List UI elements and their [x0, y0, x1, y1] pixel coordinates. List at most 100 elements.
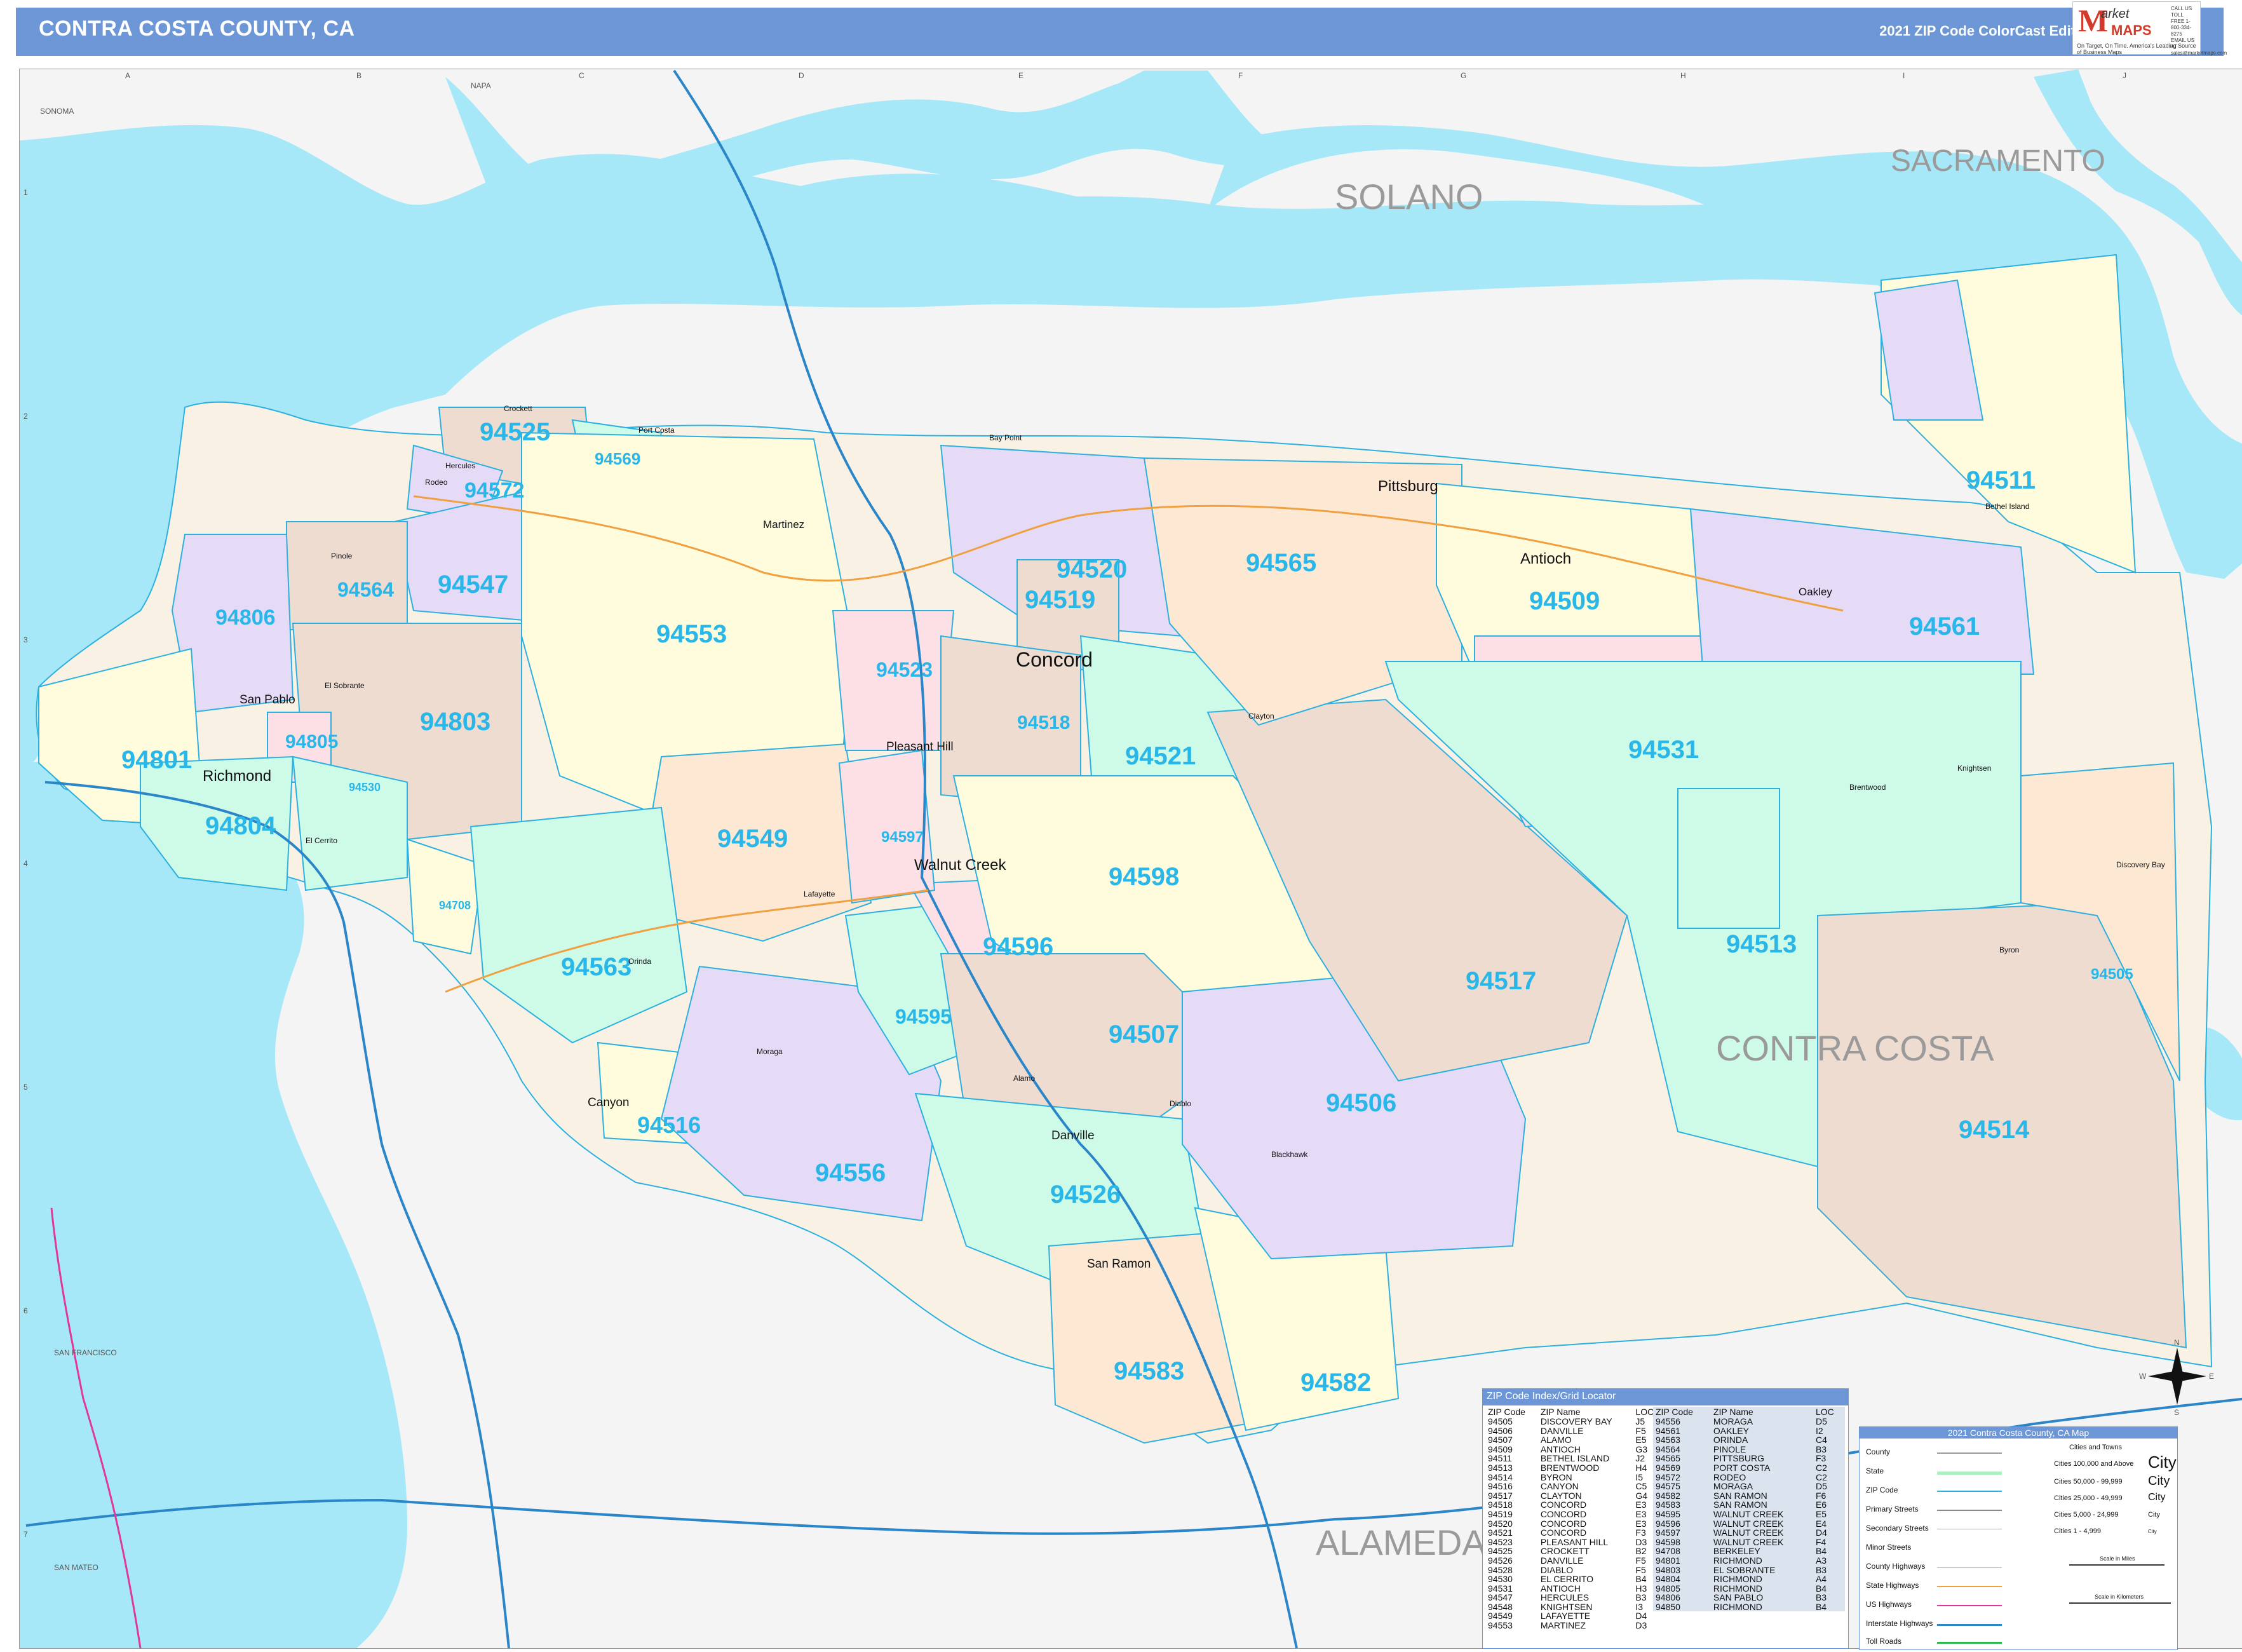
zip-index-name: CONCORD — [1540, 1527, 1587, 1538]
compass-w: W — [2139, 1372, 2147, 1381]
zip-index-row: 94556 MORAGA D5 — [1653, 1417, 1845, 1426]
zip-index-row: 94514 BYRON I5 — [1485, 1472, 1662, 1482]
zip-index-name: PLEASANT HILL — [1540, 1536, 1609, 1547]
zip-index-row: 94564 PINOLE B3 — [1653, 1445, 1845, 1454]
zip-index-loc: B3 — [1815, 1564, 1827, 1575]
zip-label: 94561 — [1909, 613, 1980, 640]
zip-index-left-table: ZIP Code ZIP Name LOC 94505 DISCOVERY BAY… — [1485, 1407, 1662, 1630]
legend-scale-km: Scale in Kilometers — [2095, 1594, 2144, 1600]
zip-index-name: SAN RAMON — [1713, 1500, 1767, 1510]
city-clayton: Clayton — [1248, 712, 1274, 721]
zip-label: 94582 — [1300, 1369, 1371, 1397]
legend-item-secondary-streets: Secondary Streets — [1866, 1524, 1929, 1533]
region-contra-costa: CONTRA COSTA — [1716, 1028, 1994, 1068]
legend-state-line — [1937, 1472, 2002, 1475]
zip-index-code: 94526 — [1488, 1555, 1513, 1566]
zip-label: 94521 — [1125, 742, 1196, 770]
zip-index-row: 94583 SAN RAMON E6 — [1653, 1500, 1845, 1510]
grid-col-d: D — [799, 71, 804, 80]
grid-col-b: B — [356, 71, 361, 80]
zip-label: 94518 — [1017, 712, 1070, 733]
zip-index-loc: B3 — [1815, 1592, 1827, 1603]
zip-label: 94565 — [1246, 549, 1316, 577]
zip-label: 94806 — [215, 606, 276, 630]
city-blackhawk: Blackhawk — [1271, 1150, 1308, 1159]
zip-area-94597 — [838, 749, 936, 904]
zip-index-row: 94595 WALNUT CREEK E5 — [1653, 1510, 1845, 1519]
zip-index-loc: C2 — [1815, 1462, 1827, 1473]
city-pleasant-hill: Pleasant Hill — [886, 740, 954, 754]
map-frame[interactable]: SOLANO SACRAMENTO CONTRA COSTA ALAMEDA S… — [19, 69, 2242, 1649]
legend-county-hwy-line — [1937, 1567, 2002, 1568]
city-concord: Concord — [1016, 648, 1093, 671]
zip-index-name: CONCORD — [1540, 1500, 1587, 1510]
legend-city-sample: City — [2148, 1492, 2166, 1503]
legend-cities-header: Cities and Towns — [2069, 1444, 2122, 1451]
grid-row-5: 5 — [24, 1083, 28, 1092]
city-antioch: Antioch — [1520, 550, 1571, 567]
zip-index-row: 94804 RICHMOND A4 — [1653, 1574, 1845, 1584]
zip-index-code: 94801 — [1656, 1555, 1680, 1566]
zip-label: 94595 — [895, 1005, 952, 1028]
zip-index-name: OAKLEY — [1713, 1425, 1749, 1436]
legend-city-sample: City — [2148, 1452, 2177, 1472]
grid-col-i: I — [1903, 71, 1905, 80]
city-alamo: Alamo — [1013, 1074, 1035, 1083]
zip-index-row: 94806 SAN PABLO B3 — [1653, 1593, 1845, 1602]
zip-index-row: 94569 PORT COSTA C2 — [1653, 1463, 1845, 1473]
legend-primary-line — [1937, 1510, 2002, 1511]
zip-index-loc: D5 — [1815, 1416, 1827, 1426]
city-richmond: Richmond — [203, 768, 271, 785]
zip-index-row: 94507 ALAMO E5 — [1485, 1435, 1662, 1445]
zip-index-code: 94803 — [1656, 1564, 1680, 1575]
zip-index-code: 94525 — [1488, 1546, 1513, 1557]
region-solano: SOLANO — [1335, 177, 1483, 217]
zip-index-code: 94572 — [1656, 1472, 1680, 1482]
zip-index-header: LOC — [1815, 1407, 1834, 1417]
grid-col-f: F — [1238, 71, 1243, 80]
zip-index-name: WALNUT CREEK — [1713, 1536, 1784, 1547]
city-diablo: Diablo — [1170, 1099, 1191, 1108]
zip-index-name: KNIGHTSEN — [1540, 1601, 1593, 1612]
zip-index-loc: D3 — [1635, 1620, 1647, 1631]
zip-index-code: 94521 — [1488, 1527, 1513, 1538]
zip-index-code: 94569 — [1656, 1462, 1680, 1473]
zip-index-loc: E4 — [1815, 1518, 1827, 1529]
map-canvas[interactable]: SOLANO SACRAMENTO CONTRA COSTA ALAMEDA S… — [20, 69, 2242, 1648]
grid-col-e: E — [1018, 71, 1023, 80]
zip-index-loc: B4 — [1815, 1583, 1827, 1594]
zip-index-name: DIABLO — [1540, 1564, 1574, 1575]
zip-label: 94569 — [595, 449, 640, 468]
legend-item-county: County — [1866, 1447, 1891, 1456]
zip-label: 94564 — [337, 578, 394, 601]
city-bay-point: Bay Point — [989, 433, 1022, 442]
zip-index-row: 94547 HERCULES B3 — [1485, 1593, 1662, 1602]
city-canyon: Canyon — [588, 1096, 630, 1109]
legend-scale-miles: Scale in Miles — [2100, 1555, 2135, 1562]
legend-item-state: State — [1866, 1466, 1884, 1475]
zip-index-name: RICHMOND — [1713, 1555, 1762, 1566]
zip-index-name: MORAGA — [1713, 1481, 1753, 1492]
zip-label: 94597 — [881, 829, 924, 846]
zip-index-row: 94561 OAKLEY I2 — [1653, 1426, 1845, 1436]
grid-row-4: 4 — [24, 859, 28, 868]
grid-row-1: 1 — [24, 188, 28, 197]
zip-index-panel: ZIP Code Index/Grid Locator ZIP Code ZIP… — [1482, 1388, 1849, 1649]
zip-index-name: BETHEL ISLAND — [1540, 1453, 1610, 1464]
city-lafayette: Lafayette — [804, 890, 835, 898]
region-san-francisco: SAN FRANCISCO — [54, 1348, 117, 1357]
zip-index-code: 94595 — [1656, 1508, 1680, 1519]
zip-index-right-body: 94556 MORAGA D5 94561 OAKLEY I2 94563 ORINDA C4 9… — [1653, 1417, 1845, 1611]
city-port-costa: Port Costa — [638, 426, 675, 435]
zip-index-row: 94548 KNIGHTSEN I3 — [1485, 1602, 1662, 1612]
zip-label: 94517 — [1466, 967, 1536, 995]
zip-index-row: 94563 ORINDA C4 — [1653, 1435, 1845, 1445]
legend-city-sample: City — [2148, 1474, 2170, 1488]
legend-city-class: Cities 25,000 - 49,999 — [2054, 1494, 2123, 1502]
zip-index-row: 94528 DIABLO F5 — [1485, 1564, 1662, 1575]
grid-col-a: A — [125, 71, 130, 80]
zip-label: 94805 — [285, 731, 338, 752]
grid-row-6: 6 — [24, 1306, 28, 1315]
legend-item-zip: ZIP Code — [1866, 1486, 1898, 1494]
region-sacramento: SACRAMENTO — [1891, 144, 2105, 178]
